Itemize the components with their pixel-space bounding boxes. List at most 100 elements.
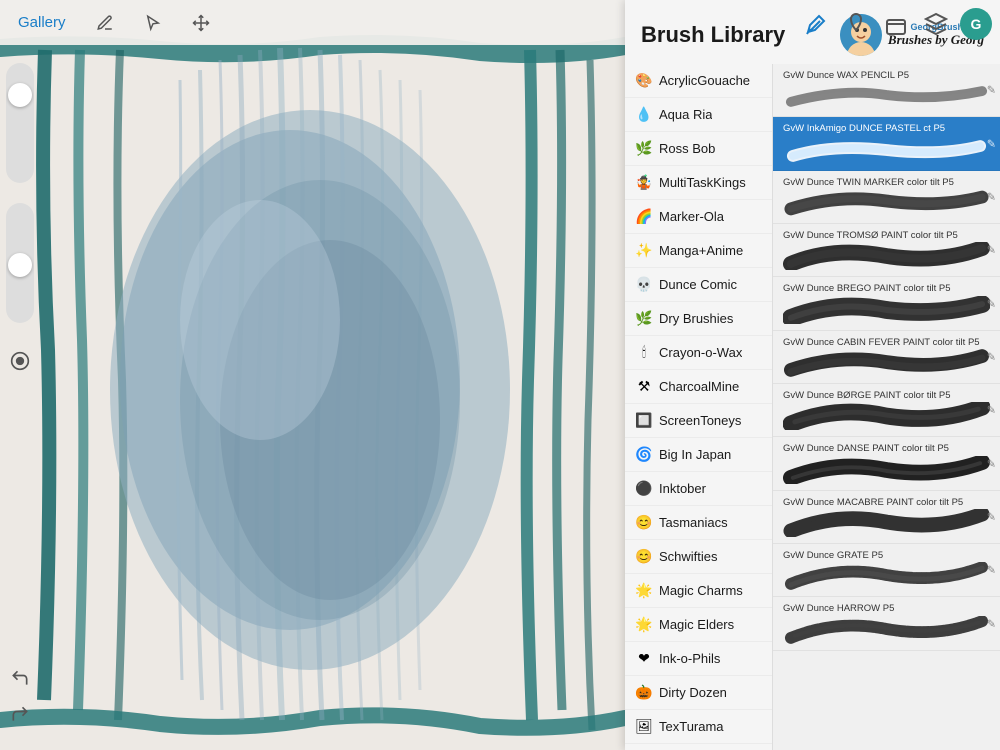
category-name: MultiTaskKings: [659, 175, 746, 190]
brush-preview-item[interactable]: GvW Dunce TROMSØ PAINT color tilt P5 ✎: [773, 224, 1000, 277]
brush-edit-icon[interactable]: ✎: [987, 84, 996, 97]
category-icon: 🤹: [635, 174, 653, 191]
gallery-button[interactable]: Gallery: [12, 10, 72, 35]
brush-stroke-preview: [783, 136, 990, 164]
brush-preview-item[interactable]: GvW Dunce BØRGE PAINT color tilt P5 ✎: [773, 384, 1000, 437]
category-name: Dry Brushies: [659, 311, 733, 326]
brush-stroke-preview: [783, 82, 990, 110]
brush-edit-icon[interactable]: ✎: [987, 510, 996, 523]
opacity-slider[interactable]: [6, 63, 34, 183]
category-icon: 🎨: [635, 72, 653, 89]
category-icon: 🌿: [635, 310, 653, 327]
sidebar-item-dirty-dozen[interactable]: 🎃 Dirty Dozen: [625, 676, 772, 710]
brush-edit-icon[interactable]: ✎: [987, 617, 996, 630]
brush-preview-name: GvW Dunce TWIN MARKER color tilt P5: [783, 177, 990, 189]
category-name: CharcoalMine: [659, 379, 739, 394]
brush-preview-name: GvW Dunce HARROW P5: [783, 603, 990, 615]
brush-edit-icon[interactable]: ✎: [987, 564, 996, 577]
brush-edit-icon[interactable]: ✎: [987, 350, 996, 363]
transform-tool-button[interactable]: [186, 10, 216, 36]
sidebar-item-crayon-o-wax[interactable]: 🕯 Crayon-o-Wax: [625, 336, 772, 370]
erase-tool-button[interactable]: [880, 8, 912, 40]
brush-preview-item[interactable]: GvW InkAmigo DUNCE PASTEL ct P5 ✎: [773, 117, 1000, 170]
sidebar-item-dunce-comic[interactable]: 💀 Dunce Comic: [625, 268, 772, 302]
brush-tool-button[interactable]: [800, 8, 832, 40]
sidebar-item-marker-ola[interactable]: 🌈 Marker-Ola: [625, 200, 772, 234]
sidebar-item-magic-elders[interactable]: 🌟 Magic Elders: [625, 608, 772, 642]
brush-library-panel: Brush Library GeorgBrush.club Brushes by…: [625, 0, 1000, 750]
brush-preview-item[interactable]: GvW Dunce WAX PENCIL P5 ✎: [773, 64, 1000, 117]
selection-tool-button[interactable]: [138, 10, 168, 36]
user-avatar[interactable]: G: [960, 8, 992, 40]
category-name: Manga+Anime: [659, 243, 743, 258]
category-name: Schwifties: [659, 549, 718, 564]
redo-button[interactable]: [4, 698, 36, 730]
category-name: Marker-Ola: [659, 209, 724, 224]
brush-preview-item[interactable]: GvW Dunce TWIN MARKER color tilt P5 ✎: [773, 171, 1000, 224]
brush-edit-icon[interactable]: ✎: [987, 297, 996, 310]
brush-edit-icon[interactable]: ✎: [987, 404, 996, 417]
sidebar-item-acrylicgouache[interactable]: 🎨 AcrylicGouache: [625, 64, 772, 98]
brush-preview-name: GvW Dunce CABIN FEVER PAINT color tilt P…: [783, 337, 990, 349]
category-icon: 🔲: [635, 412, 653, 429]
category-icon: ⚫: [635, 480, 653, 497]
sidebar-item-magic-charms[interactable]: 🌟 Magic Charms: [625, 574, 772, 608]
sidebar-item-inktober[interactable]: ⚫ Inktober: [625, 472, 772, 506]
brush-preview-item[interactable]: GvW Dunce DANSE PAINT color tilt P5 ✎: [773, 437, 1000, 490]
brush-preview-item[interactable]: GvW Dunce GRATE P5 ✎: [773, 544, 1000, 597]
brush-edit-icon[interactable]: ✎: [987, 244, 996, 257]
category-icon: 🌟: [635, 616, 653, 633]
brush-stroke-preview: [783, 456, 990, 484]
brush-preview-name: GvW Dunce GRATE P5: [783, 550, 990, 562]
brush-stroke-preview: [783, 349, 990, 377]
left-sidebar: [0, 45, 40, 750]
sidebar-item-multitaskkings[interactable]: 🤹 MultiTaskKings: [625, 166, 772, 200]
color-picker-button[interactable]: [4, 345, 36, 377]
sidebar-item-dry-brushies[interactable]: 🌿 Dry Brushies: [625, 302, 772, 336]
undo-button[interactable]: [4, 662, 36, 694]
category-icon: 😊: [635, 548, 653, 565]
brush-library-title: Brush Library: [641, 22, 785, 48]
sidebar-item-texturama[interactable]: 🖼 TexTurama: [625, 710, 772, 744]
category-name: Ink-o-Phils: [659, 651, 720, 666]
brush-preview-name: GvW Dunce BREGO PAINT color tilt P5: [783, 283, 990, 295]
brush-categories-list: 🎨 AcrylicGouache 💧 Aqua Ria 🌿 Ross Bob 🤹…: [625, 64, 773, 750]
smudge-tool-button[interactable]: [840, 8, 872, 40]
size-slider[interactable]: [6, 203, 34, 323]
category-icon: 🌈: [635, 208, 653, 225]
canvas-area[interactable]: [0, 0, 625, 750]
brush-preview-name: GvW Dunce WAX PENCIL P5: [783, 70, 990, 82]
sidebar-item-manga-anime[interactable]: ✨ Manga+Anime: [625, 234, 772, 268]
brush-edit-icon[interactable]: ✎: [987, 137, 996, 150]
brush-stroke-preview: [783, 296, 990, 324]
brush-preview-name: GvW Dunce TROMSØ PAINT color tilt P5: [783, 230, 990, 242]
sidebar-item-big-in-japan[interactable]: 🌀 Big In Japan: [625, 438, 772, 472]
brush-stroke-preview: [783, 242, 990, 270]
category-name: TexTurama: [659, 719, 724, 734]
category-name: Inktober: [659, 481, 706, 496]
category-icon: 💀: [635, 276, 653, 293]
category-icon: 🌿: [635, 140, 653, 157]
sidebar-item-ink-o-phils[interactable]: ❤ Ink-o-Phils: [625, 642, 772, 676]
brush-stroke-preview: [783, 616, 990, 644]
sidebar-item-pandoras[interactable]: 👁 Pandoras: [625, 744, 772, 750]
sidebar-item-charcoalmine[interactable]: ⚒ CharcoalMine: [625, 370, 772, 404]
brush-edit-icon[interactable]: ✎: [987, 190, 996, 203]
brush-preview-item[interactable]: GvW Dunce HARROW P5 ✎: [773, 597, 1000, 650]
modify-tool-button[interactable]: [90, 10, 120, 36]
sidebar-item-schwifties[interactable]: 😊 Schwifties: [625, 540, 772, 574]
brush-preview-item[interactable]: GvW Dunce CABIN FEVER PAINT color tilt P…: [773, 331, 1000, 384]
sidebar-item-screentoneys[interactable]: 🔲 ScreenToneys: [625, 404, 772, 438]
sidebar-item-tasmaniacs[interactable]: 😊 Tasmaniacs: [625, 506, 772, 540]
brush-preview-item[interactable]: GvW Dunce MACABRE PAINT color tilt P5 ✎: [773, 491, 1000, 544]
brush-stroke-preview: [783, 189, 990, 217]
brush-preview-item[interactable]: GvW Dunce BREGO PAINT color tilt P5 ✎: [773, 277, 1000, 330]
layers-button[interactable]: [920, 8, 952, 40]
brush-edit-icon[interactable]: ✎: [987, 457, 996, 470]
sidebar-item-ross-bob[interactable]: 🌿 Ross Bob: [625, 132, 772, 166]
brush-content: 🎨 AcrylicGouache 💧 Aqua Ria 🌿 Ross Bob 🤹…: [625, 64, 1000, 750]
brush-preview-name: GvW Dunce BØRGE PAINT color tilt P5: [783, 390, 990, 402]
category-name: AcrylicGouache: [659, 73, 750, 88]
sidebar-item-aqua-ria[interactable]: 💧 Aqua Ria: [625, 98, 772, 132]
category-name: Tasmaniacs: [659, 515, 728, 530]
